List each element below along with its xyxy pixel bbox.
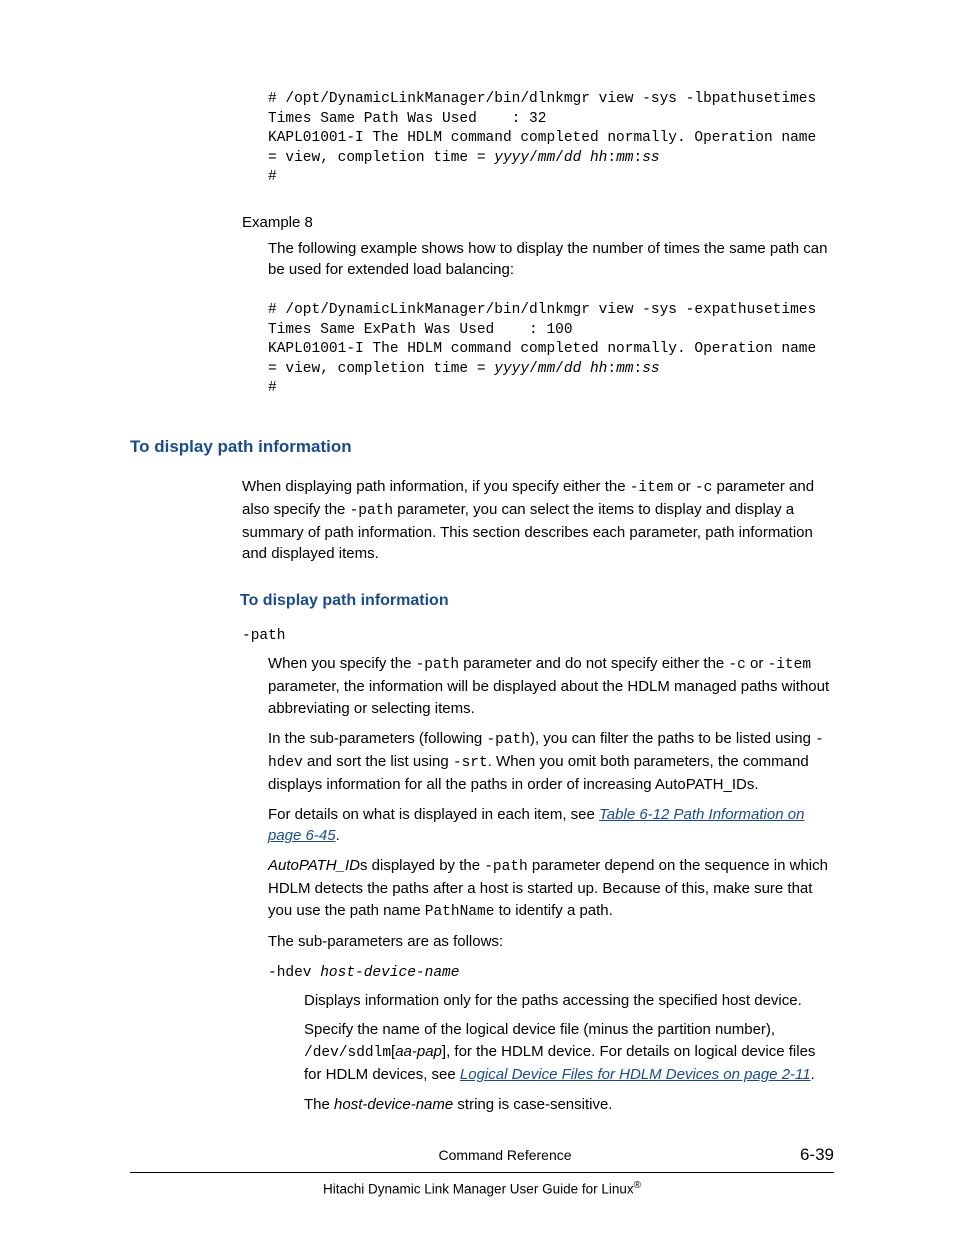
registered-mark: ® (634, 1180, 641, 1191)
inline-code: /dev/sddlm (304, 1045, 391, 1061)
text: . (336, 827, 340, 844)
code-seg: ss (642, 361, 659, 377)
code-seg: mm (616, 361, 633, 377)
code-seg: yyyy (494, 361, 529, 377)
code-seg: : (634, 361, 643, 377)
text: . (811, 1066, 815, 1083)
code-seg: dd hh (564, 150, 608, 166)
code-block-2: # /opt/DynamicLinkManager/bin/dlnkmgr vi… (268, 301, 834, 399)
text-italic: host-device-name (334, 1096, 453, 1113)
text: For details on what is displayed in each… (268, 806, 599, 823)
code-line: # (268, 380, 277, 396)
code-seg-italic: host-device-name (320, 965, 459, 981)
code-seg: dd hh (564, 361, 608, 377)
paragraph: Displays information only for the paths … (304, 990, 834, 1012)
inline-code: -path (416, 657, 460, 673)
text-italic: aa-pap (395, 1043, 442, 1060)
text: In the sub-parameters (following (268, 730, 486, 747)
code-line: Times Same ExPath Was Used : 100 (268, 322, 573, 338)
text: The (304, 1096, 334, 1113)
parameter-name: -path (242, 626, 834, 647)
page-content: # /opt/DynamicLinkManager/bin/dlnkmgr vi… (130, 90, 834, 1116)
paragraph: AutoPATH_IDs displayed by the -path para… (268, 855, 834, 923)
subsection-heading: To display path information (240, 589, 834, 612)
text: Hitachi Dynamic Link Manager User Guide … (323, 1181, 634, 1196)
subparameter-description: Displays information only for the paths … (304, 990, 834, 1116)
code-seg: -hdev (268, 965, 320, 981)
footer-section-title: Command Reference (438, 1145, 571, 1165)
code-seg: = view, completion time = (268, 361, 494, 377)
text: parameter and do not specify either the (459, 655, 728, 672)
code-seg: = view, completion time = (268, 150, 494, 166)
text-italic: AutoPATH_ID (268, 857, 360, 874)
text: or (673, 478, 695, 495)
inline-code: -item (768, 657, 812, 673)
paragraph: The host-device-name string is case-sens… (304, 1094, 834, 1116)
code-seg: : (634, 150, 643, 166)
text: parameter, the information will be displ… (268, 678, 829, 717)
code-seg: yyyy (494, 150, 529, 166)
code-seg: / (529, 361, 538, 377)
parameter-description: When you specify the -path parameter and… (268, 653, 834, 952)
logical-device-link[interactable]: Logical Device Files for HDLM Devices on… (460, 1066, 811, 1083)
inline-code: -item (630, 480, 674, 496)
code-line: Times Same Path Was Used : 32 (268, 111, 546, 127)
paragraph: For details on what is displayed in each… (268, 804, 834, 848)
footer-top: Command Reference 6-39 (130, 1143, 834, 1173)
paragraph: When you specify the -path parameter and… (268, 653, 834, 720)
inline-code: -path (350, 503, 394, 519)
code-line: KAPL01001-I The HDLM command completed n… (268, 341, 825, 357)
text: When you specify the (268, 655, 416, 672)
footer-guide-title: Hitachi Dynamic Link Manager User Guide … (130, 1179, 834, 1199)
code-line: # (268, 169, 277, 185)
paragraph: The sub-parameters are as follows: (268, 931, 834, 953)
subparameter-name: -hdev host-device-name (268, 963, 834, 984)
inline-code: -path (486, 732, 530, 748)
text: to identify a path. (494, 902, 612, 919)
code-seg: mm (538, 150, 555, 166)
paragraph: Specify the name of the logical device f… (304, 1019, 834, 1086)
inline-code: -srt (453, 755, 488, 771)
inline-code: -path (484, 859, 528, 875)
code-seg: : (607, 361, 616, 377)
code-seg: / (529, 150, 538, 166)
text: string is case-sensitive. (453, 1096, 612, 1113)
example-label: Example 8 (242, 212, 834, 234)
inline-code: -c (728, 657, 745, 673)
text: s displayed by the (360, 857, 484, 874)
code-block-1: # /opt/DynamicLinkManager/bin/dlnkmgr vi… (268, 90, 834, 188)
code-line: KAPL01001-I The HDLM command completed n… (268, 130, 825, 146)
code-seg: / (555, 361, 564, 377)
code-line: # /opt/DynamicLinkManager/bin/dlnkmgr vi… (268, 91, 816, 107)
inline-code: -c (695, 480, 712, 496)
text: When displaying path information, if you… (242, 478, 630, 495)
code-seg: mm (538, 361, 555, 377)
text: Specify the name of the logical device f… (304, 1021, 775, 1038)
text: and sort the list using (303, 753, 453, 770)
code-line: # /opt/DynamicLinkManager/bin/dlnkmgr vi… (268, 302, 816, 318)
text: ), you can filter the paths to be listed… (530, 730, 815, 747)
text: or (746, 655, 768, 672)
code-seg: mm (616, 150, 633, 166)
page-number: 6-39 (800, 1143, 834, 1168)
example-body: The following example shows how to displ… (268, 238, 834, 282)
paragraph: In the sub-parameters (following -path),… (268, 728, 834, 796)
code-seg: ss (642, 150, 659, 166)
inline-code: PathName (425, 904, 495, 920)
page-footer: Command Reference 6-39 Hitachi Dynamic L… (130, 1143, 834, 1199)
section-intro: When displaying path information, if you… (242, 476, 834, 566)
section-heading: To display path information (130, 435, 834, 460)
code-seg: : (607, 150, 616, 166)
code-seg: / (555, 150, 564, 166)
